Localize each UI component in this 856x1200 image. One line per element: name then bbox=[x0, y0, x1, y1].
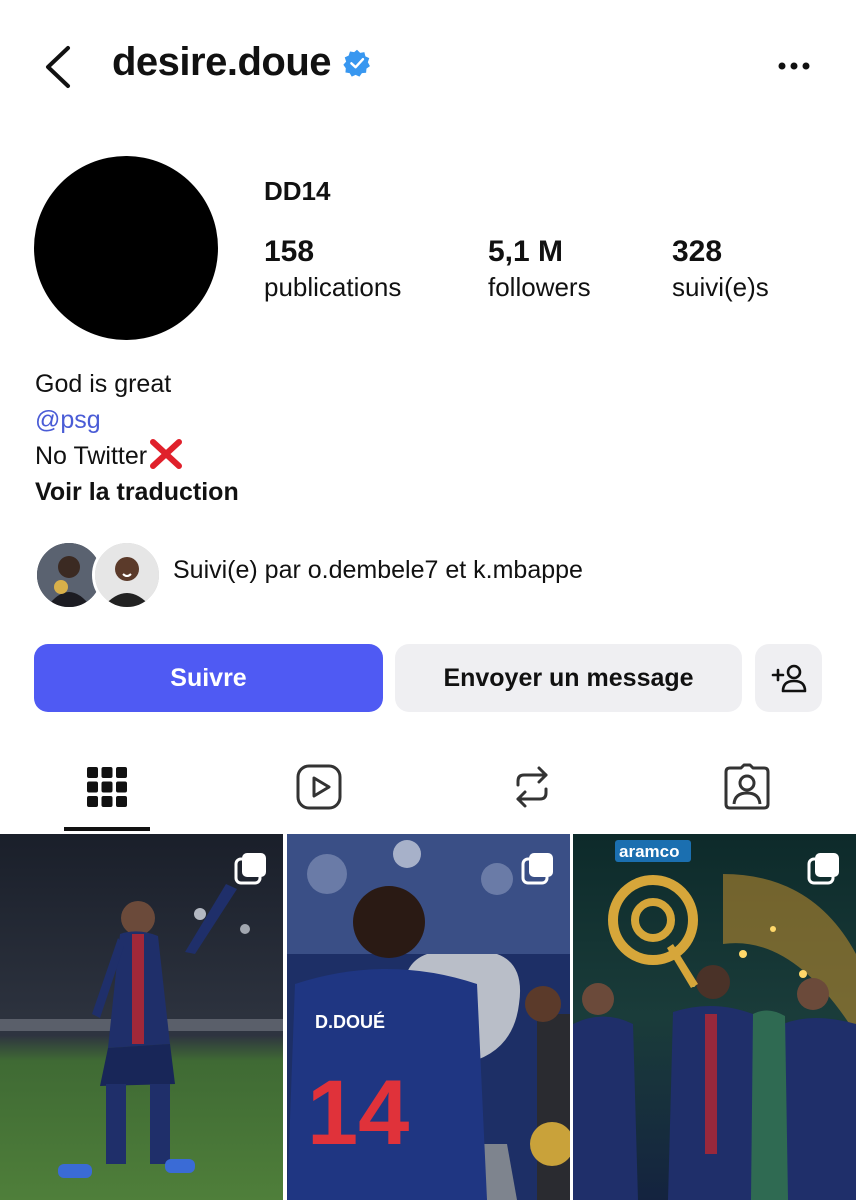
followed-by-text[interactable]: Suivi(e) par o.dembele7 et k.mbappe bbox=[173, 556, 583, 585]
display-name: DD14 bbox=[264, 176, 331, 206]
active-tab-indicator bbox=[64, 827, 150, 831]
post-image bbox=[0, 834, 283, 1200]
bio-line: No Twitter bbox=[35, 438, 239, 474]
profile-avatar[interactable] bbox=[34, 156, 218, 340]
post-thumbnail[interactable]: aramco bbox=[573, 834, 856, 1200]
carousel-icon bbox=[234, 853, 266, 885]
stat-value: 328 bbox=[672, 235, 723, 268]
post-image: D.DOUÉ 14 bbox=[287, 834, 570, 1200]
username: desire.doue bbox=[112, 40, 332, 84]
message-button[interactable]: Envoyer un message bbox=[395, 644, 742, 712]
tab-tagged[interactable] bbox=[712, 756, 782, 818]
translate-link[interactable]: Voir la traduction bbox=[35, 474, 239, 510]
more-button[interactable] bbox=[776, 58, 816, 74]
stat-followers[interactable]: 5,1 M followers bbox=[488, 234, 591, 304]
post-thumbnail[interactable] bbox=[0, 834, 283, 1200]
stat-following[interactable]: 328 suivi(e)s bbox=[672, 234, 769, 304]
bio-mention-link[interactable]: @psg bbox=[35, 402, 239, 438]
tab-posts[interactable] bbox=[72, 756, 142, 818]
carousel-icon bbox=[807, 853, 839, 885]
suggest-accounts-button[interactable] bbox=[755, 644, 822, 712]
person-photo bbox=[95, 543, 159, 607]
bio-line: God is great bbox=[35, 370, 172, 398]
sponsor-text: aramco bbox=[619, 842, 679, 861]
bio: God is great @psg No Twitter Voir la tra… bbox=[35, 366, 239, 510]
chevron-left-icon bbox=[46, 46, 70, 88]
stat-label: suivi(e)s bbox=[672, 272, 769, 302]
carousel-icon bbox=[521, 853, 553, 885]
grid-icon bbox=[87, 767, 127, 807]
cross-mark-icon bbox=[150, 439, 183, 469]
more-horizontal-icon bbox=[778, 62, 810, 70]
header-title: desire.doue bbox=[112, 40, 371, 85]
follow-button[interactable]: Suivre bbox=[34, 644, 383, 712]
stat-label: publications bbox=[264, 272, 402, 302]
tab-reposts[interactable] bbox=[497, 756, 567, 818]
stat-value: 158 bbox=[264, 235, 315, 268]
follower-avatar[interactable] bbox=[92, 540, 162, 610]
tab-reels[interactable] bbox=[284, 756, 354, 818]
stat-publications[interactable]: 158 publications bbox=[264, 234, 401, 304]
post-thumbnail[interactable]: D.DOUÉ 14 bbox=[287, 834, 570, 1200]
reels-icon bbox=[296, 764, 342, 810]
verified-badge-icon bbox=[343, 49, 370, 77]
post-image: aramco bbox=[573, 834, 856, 1200]
tagged-icon bbox=[724, 763, 770, 810]
jersey-name: D.DOUÉ bbox=[315, 1011, 385, 1032]
stat-value: 5,1 M bbox=[488, 235, 564, 268]
add-person-icon bbox=[771, 664, 806, 693]
bio-text: No Twitter bbox=[35, 442, 148, 470]
back-button[interactable] bbox=[40, 44, 80, 90]
reposts-icon bbox=[516, 766, 548, 808]
stat-label: followers bbox=[488, 272, 591, 302]
jersey-number: 14 bbox=[307, 1062, 409, 1164]
